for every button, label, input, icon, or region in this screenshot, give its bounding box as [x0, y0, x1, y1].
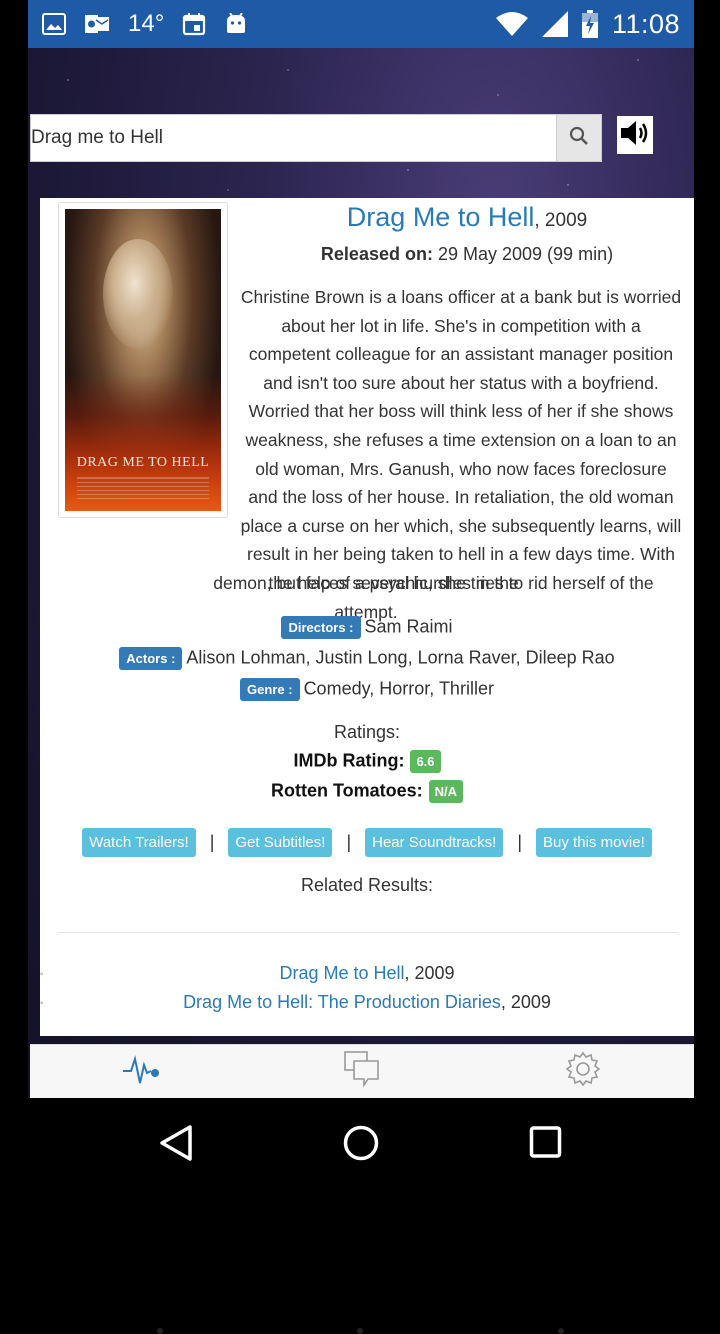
release-info: Released on: 29 May 2009 (99 min)	[240, 244, 694, 265]
rotten-tomatoes-badge: N/A	[428, 780, 464, 803]
clock-time: 11:08	[611, 8, 680, 39]
imdb-rating-row: IMDb Rating: 6.6	[40, 750, 694, 773]
divider	[58, 932, 678, 933]
tab-pulse[interactable]	[30, 1045, 251, 1099]
system-navigation-bar	[0, 1098, 720, 1334]
action-links: Watch Trailers! | Get Subtitles! | Hear …	[40, 828, 694, 857]
chat-icon	[342, 1049, 382, 1094]
movie-title-row: Drag Me to Hell, 2009	[240, 202, 694, 233]
pulse-icon	[121, 1049, 161, 1094]
movie-poster[interactable]: DRAG ME TO HELL	[58, 202, 228, 518]
rotten-tomatoes-row: Rotten Tomatoes: N/A	[40, 780, 694, 803]
directors-badge: Directors :	[281, 616, 361, 639]
poster-image: DRAG ME TO HELL	[65, 209, 221, 511]
temperature-text: 14°	[128, 10, 165, 37]
wifi-icon	[495, 12, 528, 36]
hear-soundtracks-button[interactable]: Hear Soundtracks!	[365, 828, 504, 857]
related-results-label: Related Results:	[300, 875, 434, 895]
battery-charging-icon	[581, 10, 598, 38]
search-icon	[569, 126, 589, 151]
recents-icon[interactable]	[529, 1124, 563, 1163]
home-icon[interactable]	[342, 1124, 380, 1167]
movie-year: , 2009	[534, 210, 588, 231]
ratings-label: Ratings:	[333, 722, 401, 742]
separator: |	[346, 832, 352, 852]
related-item-year: , 2009	[404, 963, 455, 983]
imdb-rating-badge: 6.6	[410, 750, 441, 773]
imdb-label: IMDb Rating:	[293, 750, 405, 771]
related-item-link[interactable]: Drag Me to Hell	[279, 963, 404, 983]
genre-badge: Genre :	[240, 678, 300, 701]
calendar-icon	[182, 12, 206, 36]
signal-icon	[541, 11, 568, 37]
search-button[interactable]	[556, 115, 601, 161]
tab-settings[interactable]	[473, 1045, 694, 1099]
get-subtitles-button[interactable]: Get Subtitles!	[228, 828, 333, 857]
image-icon	[42, 13, 66, 35]
search-input[interactable]	[31, 115, 556, 161]
watch-trailers-button[interactable]: Watch Trailers!	[82, 828, 196, 857]
directors-value: Sam Raimi	[364, 616, 453, 637]
speaker-icon	[618, 116, 652, 155]
poster-title: DRAG ME TO HELL	[76, 455, 210, 470]
released-value: 29 May 2009 (99 min)	[437, 244, 614, 264]
genre-value: Comedy, Horror, Thriller	[303, 678, 494, 699]
separator: |	[517, 832, 523, 852]
speak-button[interactable]	[617, 116, 653, 154]
outlook-icon	[84, 13, 110, 35]
actors-row: Actors : Alison Lohman, Justin Long, Lorn…	[40, 647, 694, 670]
related-item: ◦ Drag Me to Hell: The Production Diarie…	[40, 992, 551, 1012]
plot-text: Christine Brown is a loans officer at a …	[240, 287, 682, 593]
separator: |	[209, 832, 215, 852]
related-item-year: , 2009	[500, 992, 551, 1012]
tab-chat[interactable]	[251, 1045, 472, 1099]
actors-value: Alison Lohman, Justin Long, Lorna Raver,…	[186, 647, 615, 668]
android-icon	[224, 13, 248, 35]
related-item: ◦ Drag Me to Hell, 2009	[40, 963, 455, 983]
related-item-link[interactable]: Drag Me to Hell: The Production Diaries	[183, 992, 501, 1012]
status-bar: 14° 11:08	[28, 0, 694, 48]
buy-movie-button[interactable]: Buy this movie!	[536, 828, 652, 857]
genre-row: Genre : Comedy, Horror, Thriller	[40, 678, 694, 701]
movie-title-link[interactable]: Drag Me to Hell	[347, 202, 535, 232]
back-icon[interactable]	[158, 1124, 194, 1167]
search-bar	[30, 114, 602, 162]
directors-row: Directors : Sam Raimi	[40, 616, 694, 639]
released-label: Released on:	[320, 244, 433, 264]
movie-card: DRAG ME TO HELL Drag Me to Hell, 2009 Re…	[40, 198, 694, 1036]
rotten-tomatoes-label: Rotten Tomatoes:	[270, 780, 423, 801]
settings-icon	[563, 1049, 603, 1094]
actors-badge: Actors :	[119, 647, 183, 670]
bottom-tab-bar	[30, 1044, 694, 1099]
